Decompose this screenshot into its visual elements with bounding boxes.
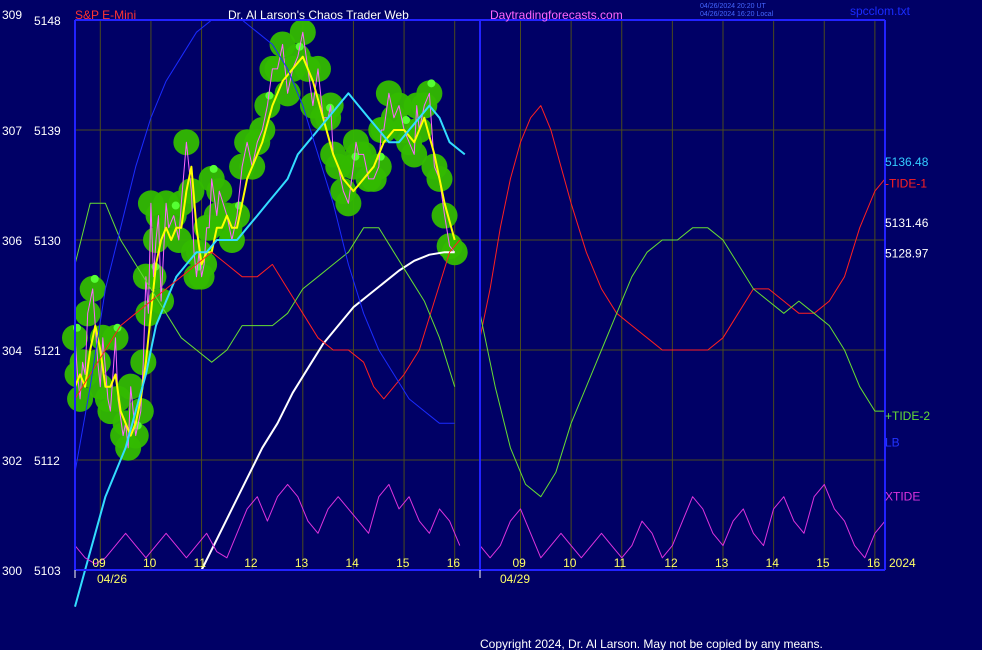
y-outer-tick-label: 306 bbox=[2, 234, 22, 248]
x-tick-label-day2: 10 bbox=[563, 556, 577, 570]
data-file-name: spcclom.txt bbox=[850, 4, 911, 18]
right-label: 5136.48 bbox=[885, 155, 929, 169]
x-tick-label-day2: 09 bbox=[513, 556, 527, 570]
x-tick-label-day1: 09 bbox=[92, 556, 106, 570]
y-price-tick-label: 5139 bbox=[34, 124, 61, 138]
y-price-tick-label: 5112 bbox=[34, 454, 60, 468]
chart-canvas: 5148 307 5139 306 5130 304 5121 302 5112 300 5103 0… bbox=[0, 0, 982, 650]
y-outer-top-label: 309 bbox=[2, 8, 22, 22]
utc-timestamp: 04/26/2024 20:20 UT bbox=[700, 3, 766, 10]
year-label: 2024 bbox=[889, 556, 916, 570]
x-tick-label-day2: 12 bbox=[664, 556, 678, 570]
x-tick-label-day1: 14 bbox=[345, 556, 359, 570]
price-ball-highlight bbox=[427, 79, 436, 88]
x-tick-label-day2: 15 bbox=[816, 556, 830, 570]
y-price-tick-label: 5121 bbox=[34, 344, 61, 358]
right-label: 5131.46 bbox=[885, 216, 929, 230]
y-price-tick-label: 5103 bbox=[34, 564, 61, 578]
instrument-title: S&P E-Mini bbox=[75, 8, 136, 22]
right-label: -TIDE-1 bbox=[885, 177, 927, 191]
x-tick-label-day1: 12 bbox=[244, 556, 258, 570]
right-label: XTIDE bbox=[885, 489, 920, 503]
local-timestamp: 04/26/2024 16:20 Local bbox=[700, 11, 774, 18]
right-label: LB bbox=[885, 436, 900, 450]
right-label: 5128.97 bbox=[885, 247, 929, 261]
date-label-day2: 04/29 bbox=[500, 572, 530, 586]
right-label: +TIDE-2 bbox=[885, 409, 930, 423]
x-tick-label-day2: 13 bbox=[715, 556, 729, 570]
x-tick-label-day2: 11 bbox=[614, 556, 627, 570]
x-tick-label-day1: 16 bbox=[447, 556, 461, 570]
y-price-tick-label: 5148 bbox=[34, 14, 61, 28]
price-ball-highlight bbox=[171, 201, 180, 210]
x-tick-label-day1: 15 bbox=[396, 556, 410, 570]
y-outer-tick-label: 300 bbox=[2, 564, 22, 578]
x-tick-label-day2: 14 bbox=[766, 556, 780, 570]
price-ball-highlight bbox=[90, 274, 99, 283]
y-outer-tick-label: 307 bbox=[2, 124, 22, 138]
y-price-tick-label: 5130 bbox=[34, 234, 61, 248]
y-outer-tick-label: 304 bbox=[2, 344, 22, 358]
site-title: Dr. Al Larson's Chaos Trader Web bbox=[228, 8, 409, 22]
x-tick-label-day1: 10 bbox=[143, 556, 157, 570]
x-tick-label-day1: 13 bbox=[295, 556, 309, 570]
x-tick-label-day2: 16 bbox=[867, 556, 881, 570]
price-ball-highlight bbox=[209, 164, 218, 173]
date-label-day1: 04/26 bbox=[97, 572, 127, 586]
y-outer-tick-label: 302 bbox=[2, 454, 22, 468]
price-ball-highlight bbox=[402, 116, 411, 124]
copyright-notice: Copyright 2024, Dr. Al Larson. May not b… bbox=[480, 637, 823, 650]
x-tick-label-day1: 11 bbox=[194, 556, 207, 570]
site-url-link[interactable]: Daytradingforecasts.com bbox=[490, 8, 623, 22]
